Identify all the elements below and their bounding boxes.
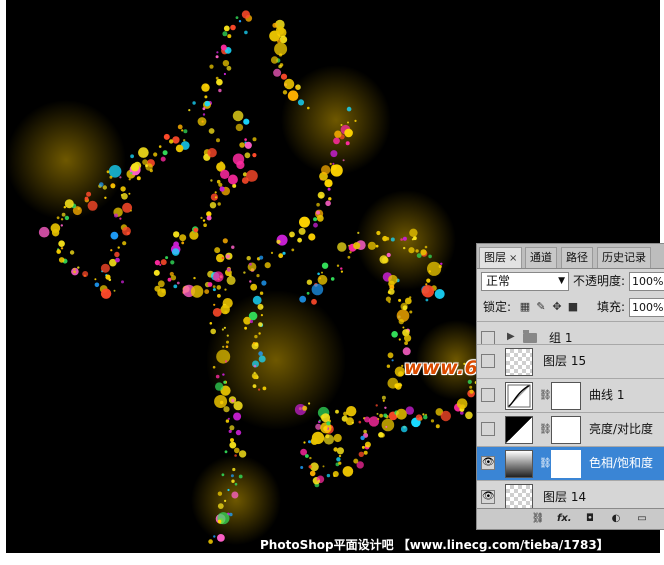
layer-name: 图层 14 (543, 490, 587, 504)
tab-paths-label: 路径 (566, 251, 588, 264)
layer-name: 色相/饱和度 (589, 456, 654, 470)
opacity-label: 不透明度: (573, 274, 626, 288)
close-tab-icon[interactable]: × (509, 253, 517, 264)
layer-name: 组 1 (549, 331, 573, 345)
layers-panel: 图层 × 通道 路径 历史记录 正常 ▼ 不透明度: 100% 锁定: ▦ ✎ ✥… (476, 243, 664, 530)
folder-icon (523, 330, 537, 343)
lock-transparency-icon[interactable]: ▦ (519, 301, 531, 313)
visibility-toggle[interactable] (481, 331, 495, 345)
blend-opacity-row: 正常 ▼ 不透明度: 100% (477, 269, 664, 295)
layer-row-brightness-contrast[interactable]: ⛓ 亮度/对比度 (477, 412, 664, 446)
disclosure-triangle-icon[interactable]: ▶ (507, 331, 515, 342)
layer-name: 亮度/对比度 (589, 422, 654, 436)
footer-caption: PhotoShop平面设计吧 【www.linecg.com/tieba/178… (260, 538, 609, 552)
blend-mode-value: 正常 (486, 274, 511, 288)
opacity-input[interactable]: 100% (629, 272, 664, 291)
layer-mask-thumbnail[interactable] (551, 450, 581, 478)
layer-mask-thumbnail[interactable] (551, 382, 581, 410)
layer-row-layer-14[interactable]: 👁 图层 14 (477, 480, 664, 512)
tab-history[interactable]: 历史记录 (597, 247, 651, 268)
panel-tab-bar: 图层 × 通道 路径 历史记录 (477, 244, 664, 269)
layer-row-layer-15[interactable]: 图层 15 (477, 344, 664, 378)
chain-link-icon[interactable]: ⛓ (539, 424, 552, 435)
hue-saturation-icon (505, 450, 533, 478)
eye-icon[interactable]: 👁 (481, 490, 495, 504)
dropdown-arrow-icon: ▼ (558, 276, 565, 286)
tab-history-label: 历史记录 (602, 251, 646, 264)
link-layers-icon[interactable]: ⛓ (531, 512, 545, 525)
layer-mask-thumbnail[interactable] (551, 416, 581, 444)
layer-name: 曲线 1 (589, 388, 625, 402)
layer-row-hue-saturation[interactable]: 👁 ⛓ 色相/饱和度 (477, 446, 664, 480)
lock-paint-icon[interactable]: ✎ (535, 301, 547, 313)
add-mask-icon[interactable]: ◘ (583, 512, 597, 525)
chain-link-icon[interactable]: ⛓ (539, 458, 552, 469)
blend-mode-select[interactable]: 正常 ▼ (481, 272, 569, 291)
panel-footer: ⛓ fx. ◘ ◐ ▭ (477, 508, 664, 529)
tab-channels[interactable]: 通道 (525, 247, 557, 268)
visibility-toggle[interactable] (481, 388, 495, 402)
curves-graph-icon (507, 384, 531, 408)
fill-label: 填充: (597, 300, 626, 314)
tab-layers-label: 图层 (484, 251, 506, 264)
lock-all-icon[interactable]: ■ (567, 301, 579, 313)
adjustment-layer-icon[interactable]: ◐ (609, 512, 623, 525)
brightness-contrast-icon (505, 416, 533, 444)
lock-label: 锁定: (483, 300, 512, 314)
fill-input[interactable]: 100% (629, 298, 664, 317)
visibility-toggle[interactable] (481, 354, 495, 368)
layer-thumbnail (505, 348, 533, 376)
layer-row-curves-1[interactable]: ⛓ 曲线 1 (477, 378, 664, 412)
tab-channels-label: 通道 (530, 251, 552, 264)
tab-paths[interactable]: 路径 (561, 247, 593, 268)
visibility-toggle[interactable] (481, 422, 495, 436)
lock-position-icon[interactable]: ✥ (551, 301, 563, 313)
chain-link-icon[interactable]: ⛓ (539, 390, 552, 401)
layer-name: 图层 15 (543, 354, 587, 368)
lock-fill-row: 锁定: ▦ ✎ ✥ ■ 填充: 100% (477, 295, 664, 321)
new-group-icon[interactable]: ▭ (635, 512, 649, 525)
curves-adjustment-icon (505, 382, 533, 410)
tab-layers[interactable]: 图层 × (479, 247, 523, 268)
eye-icon[interactable]: 👁 (481, 456, 495, 470)
fx-icon[interactable]: fx. (557, 512, 572, 525)
